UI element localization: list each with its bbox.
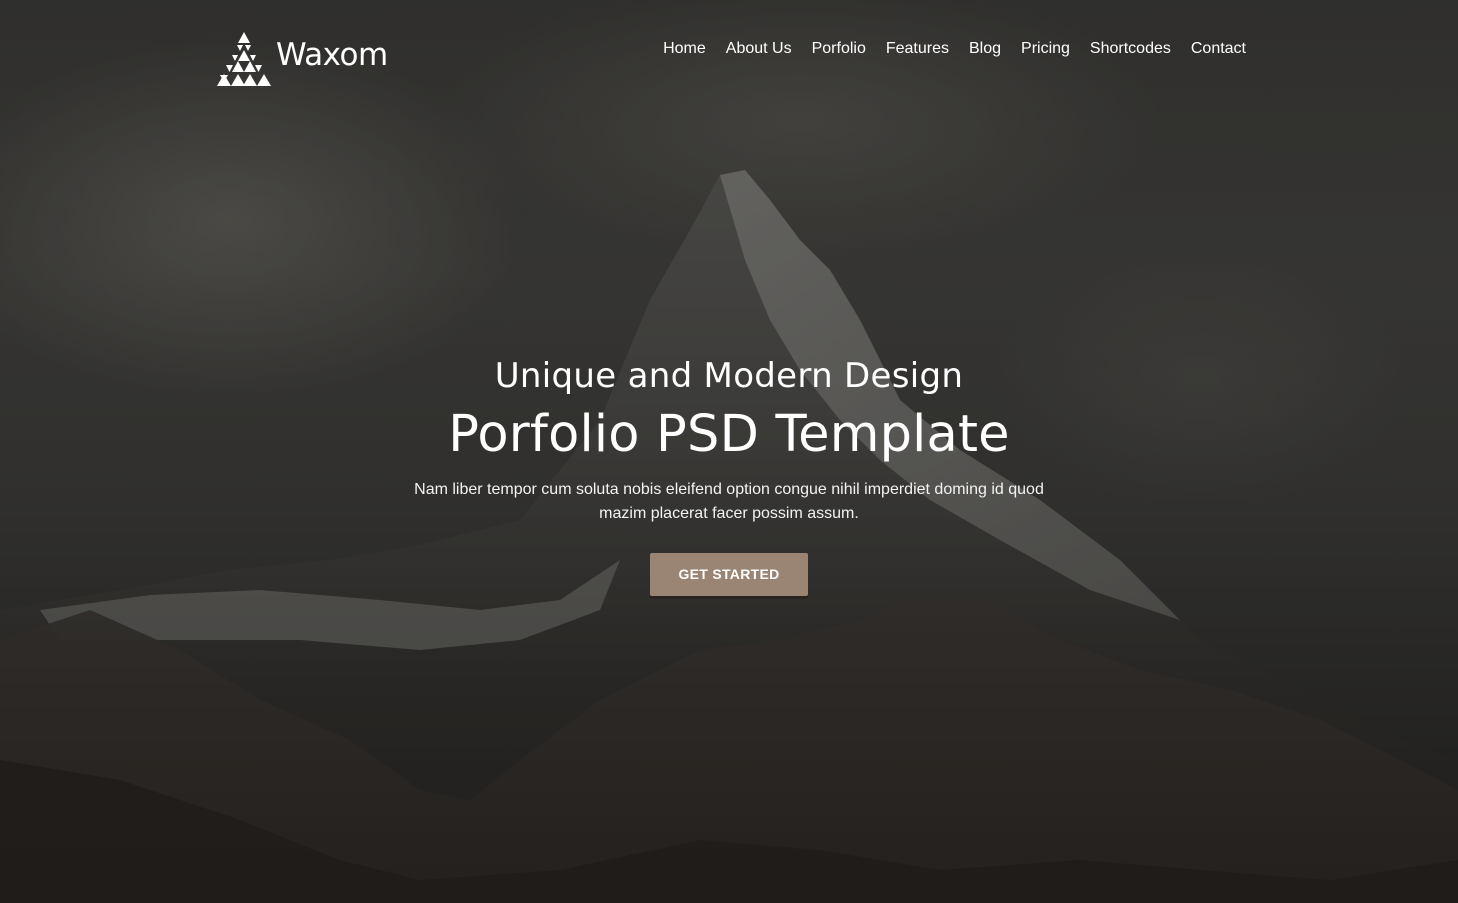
- hero-description: Nam liber tempor cum soluta nobis eleife…: [414, 481, 1044, 522]
- nav-item-features[interactable]: Features: [886, 40, 949, 58]
- nav-item-blog[interactable]: Blog: [969, 40, 1001, 58]
- brand-name: Waxom: [276, 36, 388, 73]
- nav-item-contact[interactable]: Contact: [1191, 40, 1246, 58]
- nav-item-shortcodes[interactable]: Shortcodes: [1090, 40, 1171, 58]
- hero-title: Porfolio PSD Template: [448, 405, 1010, 464]
- hero-content: Unique and Modern Design Porfolio PSD Te…: [0, 352, 1458, 596]
- main-nav: Home About Us Porfolio Features Blog Pri…: [663, 40, 1246, 58]
- nav-item-pricing[interactable]: Pricing: [1021, 40, 1070, 58]
- brand-logo[interactable]: Waxom: [212, 30, 388, 88]
- nav-item-home[interactable]: Home: [663, 40, 706, 58]
- hero-subtitle: Unique and Modern Design: [494, 356, 964, 396]
- get-started-button[interactable]: GET STARTED: [650, 553, 808, 596]
- nav-item-porfolio[interactable]: Porfolio: [812, 40, 866, 58]
- nav-item-about-us[interactable]: About Us: [726, 40, 792, 58]
- triangle-logo-icon: [217, 32, 271, 86]
- hero-section: Waxom Home About Us Porfolio Features Bl…: [0, 0, 1458, 903]
